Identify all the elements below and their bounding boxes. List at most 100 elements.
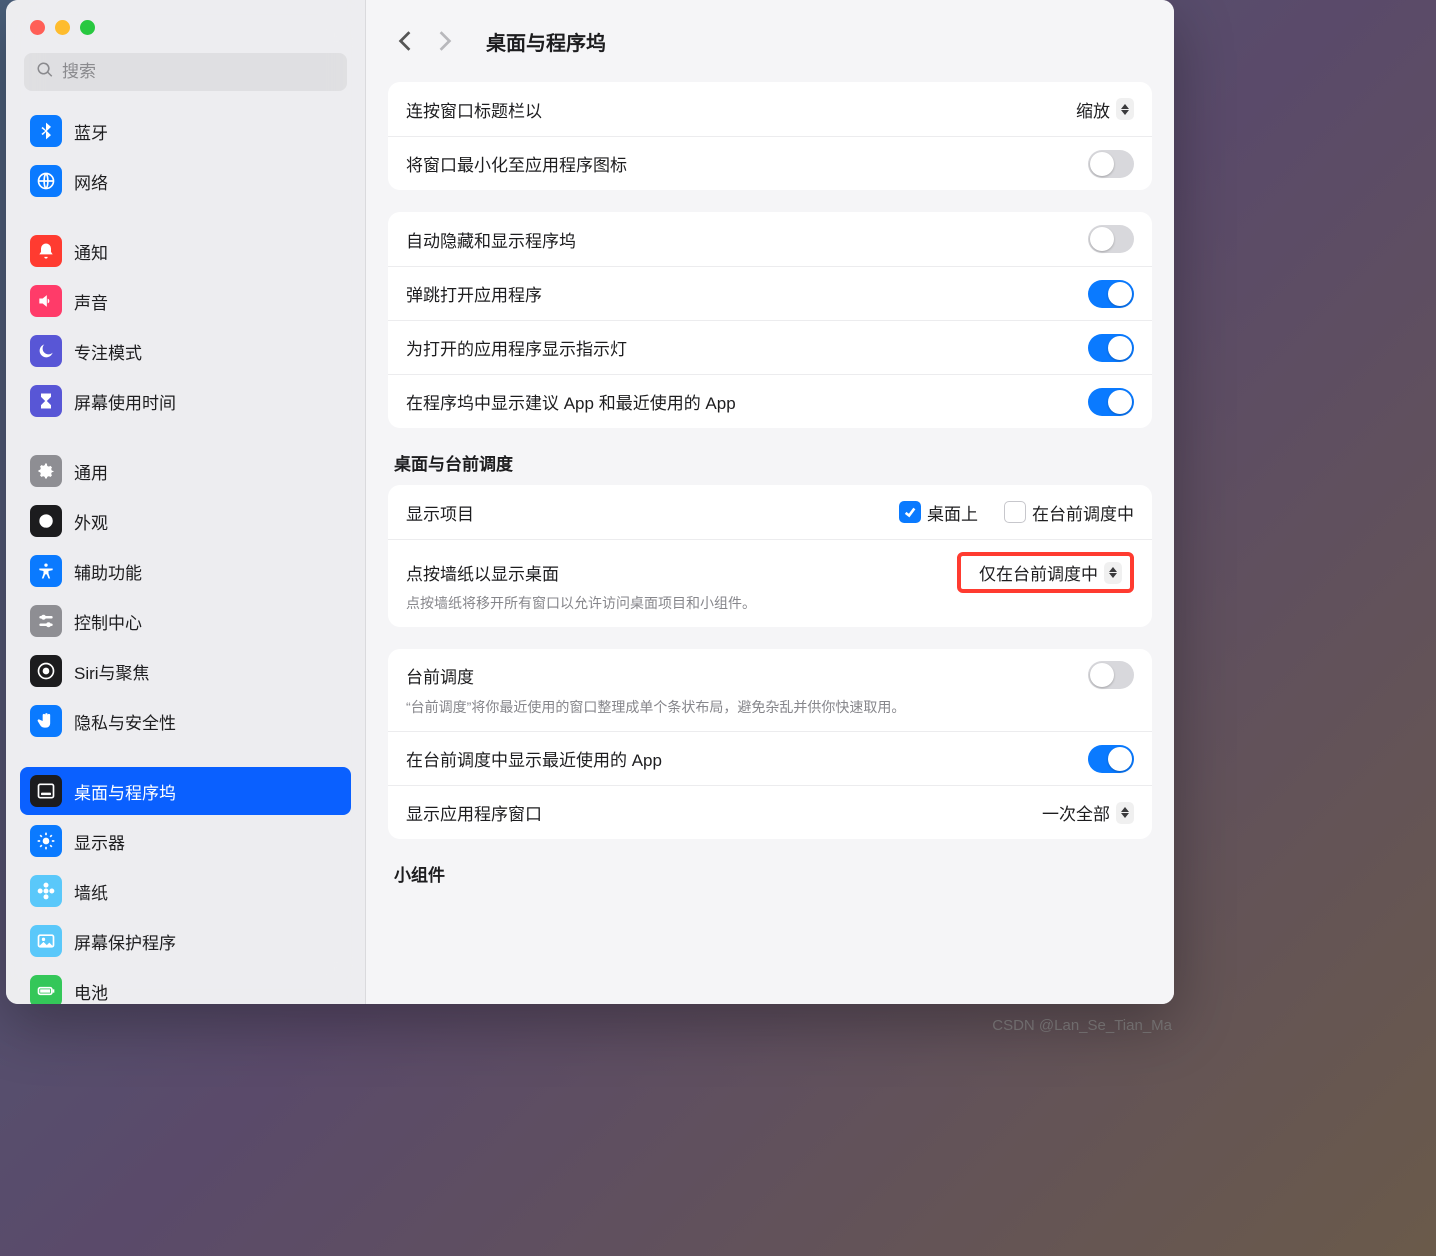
- sidebar-item[interactable]: 声音: [20, 277, 351, 325]
- content-pane: 桌面与程序坞 连按窗口标题栏以 缩放 将窗口最小化至应用程序图标: [366, 0, 1174, 1004]
- row-stage-recents: 在台前调度中显示最近使用的 App: [388, 731, 1152, 785]
- forward-button[interactable]: [434, 27, 456, 55]
- bell-icon: [30, 235, 62, 267]
- show-indicators-switch[interactable]: [1088, 334, 1134, 362]
- row-show-indicators: 为打开的应用程序显示指示灯: [388, 320, 1152, 374]
- section-title-widgets: 小组件: [388, 861, 1152, 896]
- minimize-icon[interactable]: [55, 20, 70, 35]
- photo-icon: [30, 925, 62, 957]
- dock-icon: [30, 775, 62, 807]
- checkbox-label: 在台前调度中: [1032, 500, 1134, 525]
- sidebar-item[interactable]: 显示器: [20, 817, 351, 865]
- show-recents-dock-switch[interactable]: [1088, 388, 1134, 416]
- sidebar-item-label: 声音: [74, 289, 108, 314]
- watermark: CSDN @Lan_Se_Tian_Ma: [992, 1017, 1172, 1034]
- group-stage-display: 显示项目 桌面上 在台前调度中 点按墙纸以显示桌面: [388, 485, 1152, 627]
- sidebar: 蓝牙网络通知声音专注模式屏幕使用时间通用外观辅助功能控制中心 Siri与聚焦隐私与…: [6, 0, 366, 1004]
- sidebar-item-label: Siri与聚焦: [74, 659, 150, 684]
- sidebar-item-label: 专注模式: [74, 339, 142, 364]
- search-input[interactable]: [62, 62, 335, 82]
- sidebar-item-label: 蓝牙: [74, 119, 108, 144]
- select-value: 一次全部: [1042, 800, 1110, 825]
- zoom-icon[interactable]: [80, 20, 95, 35]
- minimize-to-app-icon-switch[interactable]: [1088, 150, 1134, 178]
- back-button[interactable]: [394, 27, 416, 55]
- row-label: 在台前调度中显示最近使用的 App: [406, 746, 1076, 771]
- stage-manager-switch[interactable]: [1088, 661, 1134, 689]
- row-label: 显示应用程序窗口: [406, 800, 1030, 825]
- highlighted-select: 仅在台前调度中: [957, 552, 1134, 593]
- sidebar-item[interactable]: 辅助功能: [20, 547, 351, 595]
- section-title-stage: 桌面与台前调度: [388, 450, 1152, 485]
- sun-icon: [30, 825, 62, 857]
- row-label: 台前调度: [406, 663, 1076, 688]
- row-subtext: 点按墙纸将移开所有窗口以允许访问桌面项目和小组件。: [388, 593, 1152, 627]
- row-label: 连按窗口标题栏以: [406, 97, 1064, 122]
- sidebar-item-label: 屏幕保护程序: [74, 929, 176, 954]
- siri-icon: [30, 655, 62, 687]
- chevron-updown-icon: [1104, 562, 1122, 584]
- battery-icon: [30, 975, 62, 1004]
- checkbox-box: [1004, 501, 1026, 523]
- group-window: 连按窗口标题栏以 缩放 将窗口最小化至应用程序图标: [388, 82, 1152, 190]
- sidebar-item-label: 外观: [74, 509, 108, 534]
- search-field[interactable]: [24, 53, 347, 91]
- select-value: 缩放: [1076, 97, 1110, 122]
- row-click-wallpaper: 点按墙纸以显示桌面 仅在台前调度中: [388, 539, 1152, 599]
- bounce-open-switch[interactable]: [1088, 280, 1134, 308]
- row-label: 为打开的应用程序显示指示灯: [406, 335, 1076, 360]
- double-click-titlebar-select[interactable]: 缩放: [1076, 97, 1134, 122]
- sidebar-item-label: 电池: [74, 979, 108, 1004]
- sidebar-item-label: 桌面与程序坞: [74, 779, 176, 804]
- checkbox-stage[interactable]: 在台前调度中: [1004, 500, 1134, 525]
- sidebar-item-label: 屏幕使用时间: [74, 389, 176, 414]
- flower-icon: [30, 875, 62, 907]
- sidebar-item-label: 网络: [74, 169, 108, 194]
- click-wallpaper-select[interactable]: 仅在台前调度中: [979, 560, 1122, 585]
- sidebar-item[interactable]: Siri与聚焦: [20, 647, 351, 695]
- sidebar-item[interactable]: 蓝牙: [20, 107, 351, 155]
- sidebar-item[interactable]: 桌面与程序坞: [20, 767, 351, 815]
- sidebar-item-label: 辅助功能: [74, 559, 142, 584]
- row-subtext: “台前调度”将你最近使用的窗口整理成单个条状布局，避免杂乱并供你快速取用。: [388, 697, 1152, 731]
- row-label: 自动隐藏和显示程序坞: [406, 227, 1076, 252]
- hand-icon: [30, 705, 62, 737]
- sidebar-item[interactable]: 墙纸: [20, 867, 351, 915]
- sidebar-item[interactable]: 专注模式: [20, 327, 351, 375]
- sidebar-item[interactable]: 屏幕使用时间: [20, 377, 351, 425]
- window-controls: [6, 14, 365, 53]
- sidebar-item[interactable]: 通用: [20, 447, 351, 495]
- sidebar-item[interactable]: 控制中心: [20, 597, 351, 645]
- row-show-items: 显示项目 桌面上 在台前调度中: [388, 485, 1152, 539]
- chevron-updown-icon: [1116, 98, 1134, 120]
- speaker-icon: [30, 285, 62, 317]
- sidebar-item[interactable]: 隐私与安全性: [20, 697, 351, 745]
- search-icon: [36, 61, 62, 84]
- page-title: 桌面与程序坞: [486, 27, 606, 56]
- topbar: 桌面与程序坞: [366, 0, 1174, 82]
- hourglass-icon: [30, 385, 62, 417]
- sidebar-list: 蓝牙网络通知声音专注模式屏幕使用时间通用外观辅助功能控制中心 Siri与聚焦隐私与…: [6, 101, 365, 1004]
- sidebar-item[interactable]: 屏幕保护程序: [20, 917, 351, 965]
- gear-icon: [30, 455, 62, 487]
- settings-scroll[interactable]: 连按窗口标题栏以 缩放 将窗口最小化至应用程序图标 自动隐藏和显示程序坞: [366, 82, 1174, 1004]
- row-minimize-to-app-icon: 将窗口最小化至应用程序图标: [388, 136, 1152, 190]
- row-label: 显示项目: [406, 500, 873, 525]
- chevron-updown-icon: [1116, 802, 1134, 824]
- sidebar-item[interactable]: 电池: [20, 967, 351, 1004]
- sidebar-item-label: 控制中心: [74, 609, 142, 634]
- sidebar-item[interactable]: 网络: [20, 157, 351, 205]
- sidebar-item[interactable]: 外观: [20, 497, 351, 545]
- row-stage-manager: 台前调度: [388, 649, 1152, 703]
- checkbox-desktop[interactable]: 桌面上: [899, 500, 978, 525]
- show-app-windows-select[interactable]: 一次全部: [1042, 800, 1134, 825]
- sidebar-item-label: 墙纸: [74, 879, 108, 904]
- moon-icon: [30, 335, 62, 367]
- sidebar-item[interactable]: 通知: [20, 227, 351, 275]
- stage-recents-switch[interactable]: [1088, 745, 1134, 773]
- group-stage-manager: 台前调度 “台前调度”将你最近使用的窗口整理成单个条状布局，避免杂乱并供你快速取…: [388, 649, 1152, 839]
- sliders-icon: [30, 605, 62, 637]
- autohide-dock-switch[interactable]: [1088, 225, 1134, 253]
- row-bounce-open: 弹跳打开应用程序: [388, 266, 1152, 320]
- close-icon[interactable]: [30, 20, 45, 35]
